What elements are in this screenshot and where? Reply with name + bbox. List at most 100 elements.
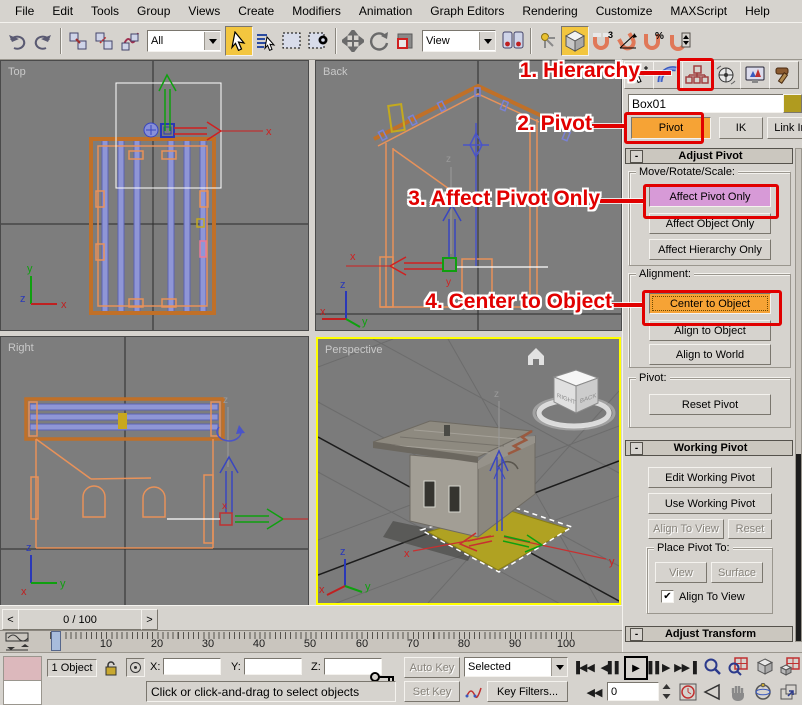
current-frame-field[interactable]: 0 — [607, 682, 659, 701]
selection-filter-dropdown[interactable]: All — [147, 30, 221, 52]
center-to-object-button[interactable]: Center to Object — [649, 293, 771, 314]
arc-rotate-icon[interactable] — [751, 682, 774, 701]
affect-hierarchy-only-button[interactable]: Affect Hierarchy Only — [649, 239, 771, 260]
pivot-mode-tab[interactable]: Pivot — [631, 117, 711, 139]
collapse-icon[interactable]: - — [630, 628, 643, 641]
align-to-view-button[interactable]: Align To View — [648, 519, 724, 539]
menu-animation[interactable]: Animation — [350, 2, 421, 20]
percent-snap-toggle-icon[interactable]: % — [641, 27, 667, 55]
ik-mode-tab[interactable]: IK — [719, 117, 763, 139]
select-and-rotate-icon[interactable] — [366, 27, 392, 55]
bind-to-space-warp-icon[interactable] — [117, 27, 143, 55]
menu-file[interactable]: File — [6, 2, 43, 20]
dropdown-arrow-icon[interactable] — [204, 32, 220, 50]
zoom-extents-icon[interactable] — [753, 657, 776, 676]
go-to-end-button[interactable]: ▶▶▐ — [674, 659, 696, 676]
selection-lock-icon[interactable] — [102, 658, 120, 678]
field-of-view-icon[interactable] — [701, 682, 724, 701]
menu-views[interactable]: Views — [179, 2, 229, 20]
select-and-manipulate-icon[interactable] — [535, 27, 561, 55]
time-slider-next-button[interactable]: > — [141, 609, 158, 630]
viewport-top[interactable]: x y x z Top — [1, 61, 308, 330]
select-and-link-icon[interactable] — [65, 27, 91, 55]
menu-modifiers[interactable]: Modifiers — [283, 2, 350, 20]
viewport-right[interactable]: z x z y x Right — [1, 337, 308, 605]
collapse-icon[interactable]: - — [630, 150, 643, 163]
edit-working-pivot-button[interactable]: Edit Working Pivot — [648, 467, 772, 488]
link-info-mode-tab[interactable]: Link Info — [767, 117, 802, 139]
time-configuration-icon[interactable] — [676, 682, 699, 701]
menu-rendering[interactable]: Rendering — [513, 2, 586, 20]
tab-motion[interactable] — [711, 61, 741, 89]
working-pivot-reset-button[interactable]: Reset — [728, 519, 772, 539]
zoom-extents-all-icon[interactable] — [778, 657, 801, 676]
y-coordinate-field[interactable] — [244, 658, 302, 675]
key-mode-toggle-button[interactable]: ◀◀ — [583, 684, 605, 701]
dropdown-arrow-icon[interactable] — [479, 32, 495, 50]
menu-edit[interactable]: Edit — [43, 2, 82, 20]
key-filters-curve-icon[interactable] — [464, 681, 484, 702]
menu-group[interactable]: Group — [128, 2, 179, 20]
select-and-move-icon[interactable] — [340, 27, 366, 55]
scrollbar-thumb[interactable] — [796, 454, 801, 641]
reference-coordinate-system-dropdown[interactable]: View — [422, 30, 496, 52]
time-slider-prev-button[interactable]: < — [2, 609, 19, 630]
rectangular-selection-region-icon[interactable] — [279, 27, 305, 55]
play-button[interactable]: ▶ — [624, 656, 648, 680]
key-mode-dropdown[interactable]: Selected — [464, 657, 568, 677]
snaps-toggle-cube-icon[interactable] — [561, 26, 589, 56]
angle-snap-toggle-icon[interactable] — [615, 27, 641, 55]
window-crossing-toggle-icon[interactable] — [305, 27, 331, 55]
panel-scrollbar[interactable] — [795, 148, 802, 642]
macro-recorder-pane[interactable] — [3, 656, 42, 681]
key-filters-button[interactable]: Key Filters... — [487, 681, 568, 702]
adjust-transform-rollout-header[interactable]: - Adjust Transform — [625, 626, 793, 642]
snap-toggle-3d-icon[interactable]: 3 — [589, 27, 615, 55]
spinner-snap-toggle-icon[interactable] — [667, 27, 693, 55]
place-pivot-surface-button[interactable]: Surface — [711, 562, 763, 583]
tab-modify[interactable] — [653, 61, 683, 89]
tab-utilities[interactable] — [769, 61, 799, 89]
tab-hierarchy[interactable] — [682, 61, 712, 89]
align-to-view-checkbox[interactable]: ✔ — [661, 590, 674, 603]
select-by-name-icon[interactable] — [253, 27, 279, 55]
zoom-all-icon[interactable] — [726, 657, 749, 676]
unlink-selection-icon[interactable] — [91, 27, 117, 55]
viewport-perspective[interactable]: z x y RIG — [316, 337, 621, 605]
redo-icon[interactable] — [30, 27, 56, 55]
use-pivot-point-center-icon[interactable] — [500, 27, 526, 55]
affect-object-only-button[interactable]: Affect Object Only — [649, 213, 771, 234]
object-name-field[interactable] — [628, 94, 784, 113]
time-slider-handle[interactable] — [51, 631, 61, 651]
align-to-world-button[interactable]: Align to World — [649, 344, 771, 365]
dropdown-arrow-icon[interactable] — [551, 658, 567, 676]
menu-customize[interactable]: Customize — [587, 2, 662, 20]
collapse-icon[interactable]: - — [630, 442, 643, 455]
pan-hand-icon[interactable] — [726, 682, 749, 701]
working-pivot-rollout-header[interactable]: - Working Pivot — [625, 440, 793, 456]
maxscript-listener-pane[interactable] — [3, 680, 42, 705]
menu-graph-editors[interactable]: Graph Editors — [421, 2, 513, 20]
absolute-offset-mode-icon[interactable] — [126, 658, 145, 677]
min-max-toggle-icon[interactable] — [777, 682, 800, 701]
time-slider-button[interactable]: 0 / 100 — [18, 609, 142, 630]
next-frame-button[interactable]: ▌▌▶ — [648, 659, 670, 676]
menu-maxscript[interactable]: MAXScript — [661, 2, 736, 20]
affect-pivot-only-button[interactable]: Affect Pivot Only — [649, 186, 771, 207]
align-to-object-button[interactable]: Align to Object — [649, 320, 771, 341]
menu-help[interactable]: Help — [736, 2, 779, 20]
place-pivot-view-button[interactable]: View — [655, 562, 707, 583]
reset-pivot-button[interactable]: Reset Pivot — [649, 394, 771, 415]
select-and-scale-icon[interactable] — [392, 27, 418, 55]
object-color-swatch[interactable] — [783, 94, 802, 113]
auto-key-button[interactable]: Auto Key — [404, 657, 460, 678]
tab-display[interactable] — [740, 61, 770, 89]
go-to-start-button[interactable]: ▐◀◀ — [572, 659, 594, 676]
frame-spinner[interactable] — [661, 682, 672, 701]
undo-icon[interactable] — [4, 27, 30, 55]
use-working-pivot-button[interactable]: Use Working Pivot — [648, 493, 772, 514]
menu-create[interactable]: Create — [229, 2, 283, 20]
x-coordinate-field[interactable] — [163, 658, 221, 675]
mini-curve-editor-icon[interactable] — [2, 632, 34, 652]
menu-tools[interactable]: Tools — [82, 2, 128, 20]
